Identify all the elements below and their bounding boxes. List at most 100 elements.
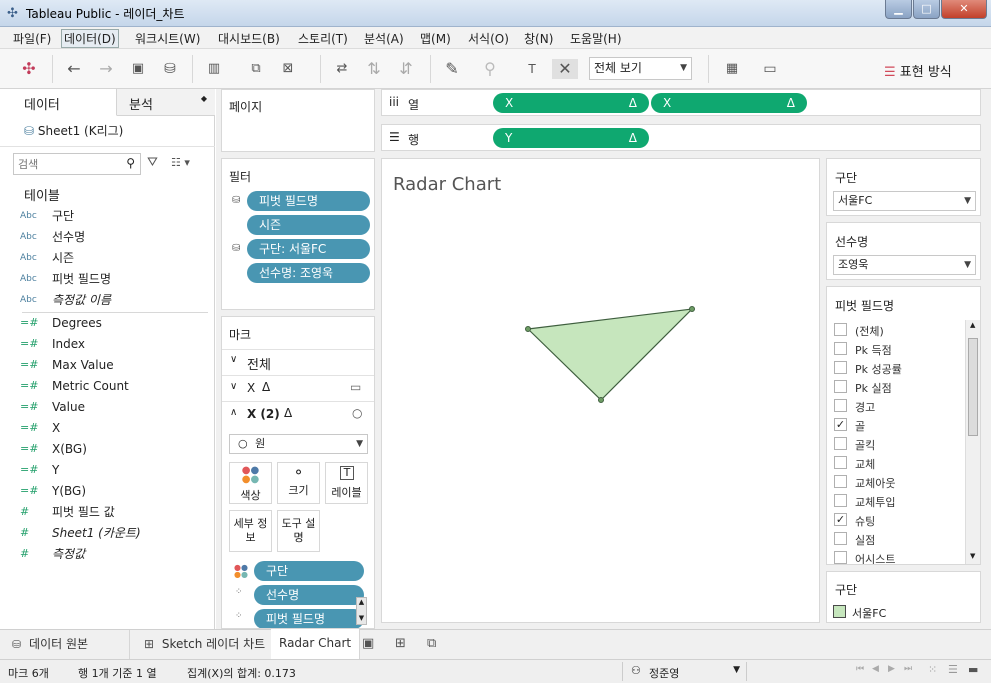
checkbox[interactable] [834, 380, 847, 393]
radar-point[interactable] [598, 397, 604, 403]
columns-pill-x[interactable]: X Δ [493, 93, 649, 113]
label-button[interactable]: T 레이블 [325, 462, 368, 504]
menu-help[interactable]: 도움말(H) [568, 30, 624, 47]
sort-asc-icon[interactable]: ⇅ [364, 59, 384, 79]
pivot-checklist-item[interactable]: 교체아웃 [827, 472, 965, 491]
detail-button[interactable]: 세부 정보 [229, 510, 272, 552]
pivot-checklist-item[interactable]: 실점 [827, 529, 965, 548]
tab-sketch-radar[interactable]: ⊞ Sketch 레이더 차트 [136, 630, 275, 659]
group-icon[interactable]: ⚲ [480, 59, 500, 79]
field-player[interactable]: Abc 선수명 [20, 227, 85, 247]
duplicate-icon[interactable]: ⧉ [246, 59, 266, 79]
swap-icon[interactable]: ⇄ [332, 59, 352, 79]
menu-data[interactable]: 데이터(D) [61, 29, 119, 48]
nav-prev-icon[interactable]: ◀ [872, 664, 879, 674]
tab-view-icon[interactable]: ▬ [968, 663, 978, 676]
filter-pill-player[interactable]: 선수명: 조영욱 [247, 263, 370, 283]
club-filter-select[interactable]: 서울FC ▼ [833, 191, 976, 211]
menu-file[interactable]: 파일(F) [11, 30, 53, 47]
nav-first-icon[interactable]: ⏮ [856, 664, 864, 674]
checkbox[interactable] [834, 361, 847, 374]
columns-pill-x2[interactable]: X Δ [651, 93, 807, 113]
grid-view-icon[interactable]: ⁙ [928, 663, 937, 676]
pivot-checklist-item[interactable]: Pk 성공률 [827, 358, 965, 377]
fix-axes-icon[interactable]: ✕ [552, 59, 578, 79]
sort-desc-icon[interactable]: ⇵ [396, 59, 416, 79]
pivot-checklist-item[interactable]: 경고 [827, 396, 965, 415]
scroll-down-icon[interactable]: ▼ [970, 552, 975, 560]
filmstrip-view-icon[interactable]: ☰ [948, 663, 958, 676]
checkbox[interactable] [834, 494, 847, 507]
save-icon[interactable]: ▣ [128, 59, 148, 79]
field-value[interactable]: =# Value [20, 397, 85, 417]
pivot-checklist-item[interactable]: 골킥 [827, 434, 965, 453]
filter-pill-season[interactable]: 시즌 [247, 215, 370, 235]
scroll-thumb[interactable] [968, 338, 978, 436]
menu-format[interactable]: 서식(O) [466, 30, 511, 47]
menu-dashboard[interactable]: 대시보드(B) [216, 30, 282, 47]
player-filter-select[interactable]: 조영욱 ▼ [833, 255, 976, 275]
radar-point[interactable] [689, 306, 695, 312]
color-button[interactable]: ●● ●● 색상 [229, 462, 272, 504]
checkbox[interactable] [834, 399, 847, 412]
new-dashboard-icon[interactable]: ⊞ [395, 636, 406, 651]
marks-pill-pivot[interactable]: 피벗 필드명 [254, 609, 364, 628]
checkbox[interactable] [834, 551, 847, 564]
pivot-scrollbar[interactable]: ▲ ▼ [965, 320, 980, 564]
pivot-checklist-item[interactable]: Pk 실점 [827, 377, 965, 396]
show-me-button[interactable]: ☰ 표현 방식 [884, 61, 952, 80]
pivot-checklist-item[interactable]: ✓ 골 [827, 415, 965, 434]
field-measure-values[interactable]: # 측정값 [20, 544, 85, 564]
menu-story[interactable]: 스토리(T) [296, 30, 350, 47]
datasource-item[interactable]: ⛁ Sheet1 (K리그) [24, 122, 123, 139]
pivot-checklist-item[interactable]: (전체) [827, 320, 965, 339]
filter-pill-club[interactable]: 구단: 서울FC [247, 239, 370, 259]
menu-analysis[interactable]: 분석(A) [362, 30, 406, 47]
legend-swatch[interactable] [833, 605, 846, 618]
radar-point[interactable] [525, 326, 531, 332]
field-season[interactable]: Abc 시즌 [20, 248, 74, 268]
size-button[interactable]: ⚬ 크기 [277, 462, 320, 504]
radar-polygon[interactable] [526, 308, 694, 401]
tab-analysis[interactable]: 분석 ◆ [117, 89, 215, 116]
minimize-button[interactable]: ▁ [885, 0, 912, 19]
undo-icon[interactable]: ← [64, 59, 84, 79]
pivot-checklist-item[interactable]: ✓ 슈팅 [827, 510, 965, 529]
search-box[interactable]: ⚲ [13, 153, 141, 175]
mark-type-select[interactable]: ○ 원 ▼ [229, 434, 368, 454]
field-x[interactable]: =# X [20, 418, 60, 438]
field-y[interactable]: =# Y [20, 460, 59, 480]
filter-pill-pivot[interactable]: 피벗 필드명 [247, 191, 370, 211]
checkbox[interactable] [834, 323, 847, 336]
checkbox-checked[interactable]: ✓ [834, 513, 847, 526]
tableau-logo-icon[interactable]: ✣ [19, 59, 39, 79]
marks-pill-club[interactable]: 구단 [254, 561, 364, 581]
marks-pill-player[interactable]: 선수명 [254, 585, 364, 605]
tooltip-button[interactable]: 도구 설명 [277, 510, 320, 552]
field-max-value[interactable]: =# Max Value [20, 355, 114, 375]
scroll-up-icon[interactable]: ▲ [970, 321, 975, 329]
tab-datasource[interactable]: ⛁ 데이터 원본 [0, 630, 130, 659]
rows-pill-y[interactable]: Y Δ [493, 128, 649, 148]
field-y-bg[interactable]: =# Y(BG) [20, 481, 86, 501]
checkbox[interactable] [834, 475, 847, 488]
pivot-checklist-item[interactable]: Pk 득점 [827, 339, 965, 358]
field-sheet-count[interactable]: # Sheet1 (카운트) [20, 523, 141, 543]
pivot-checklist-item[interactable]: 교체투입 [827, 491, 965, 510]
tab-data[interactable]: 데이터 [0, 89, 117, 116]
view-canvas[interactable]: Radar Chart [381, 158, 820, 623]
new-worksheet-icon[interactable]: ▣ [362, 636, 374, 651]
redo-icon[interactable]: → [96, 59, 116, 79]
field-index[interactable]: =# Index [20, 334, 85, 354]
tab-radar-chart[interactable]: Radar Chart [271, 629, 361, 659]
pivot-checklist-item[interactable]: 어시스트 [827, 548, 965, 564]
presentation-icon[interactable]: ▭ [760, 59, 780, 79]
checkbox[interactable] [834, 437, 847, 450]
field-pivot-name[interactable]: Abc 피벗 필드명 [20, 269, 111, 289]
filter-icon[interactable]: ⛛ [147, 155, 158, 170]
field-x-bg[interactable]: =# X(BG) [20, 439, 87, 459]
highlight-icon[interactable]: ✎ [442, 59, 462, 79]
legend-item-label[interactable]: 서울FC [852, 605, 886, 621]
maximize-button[interactable]: □ [913, 0, 940, 19]
checkbox[interactable] [834, 532, 847, 545]
